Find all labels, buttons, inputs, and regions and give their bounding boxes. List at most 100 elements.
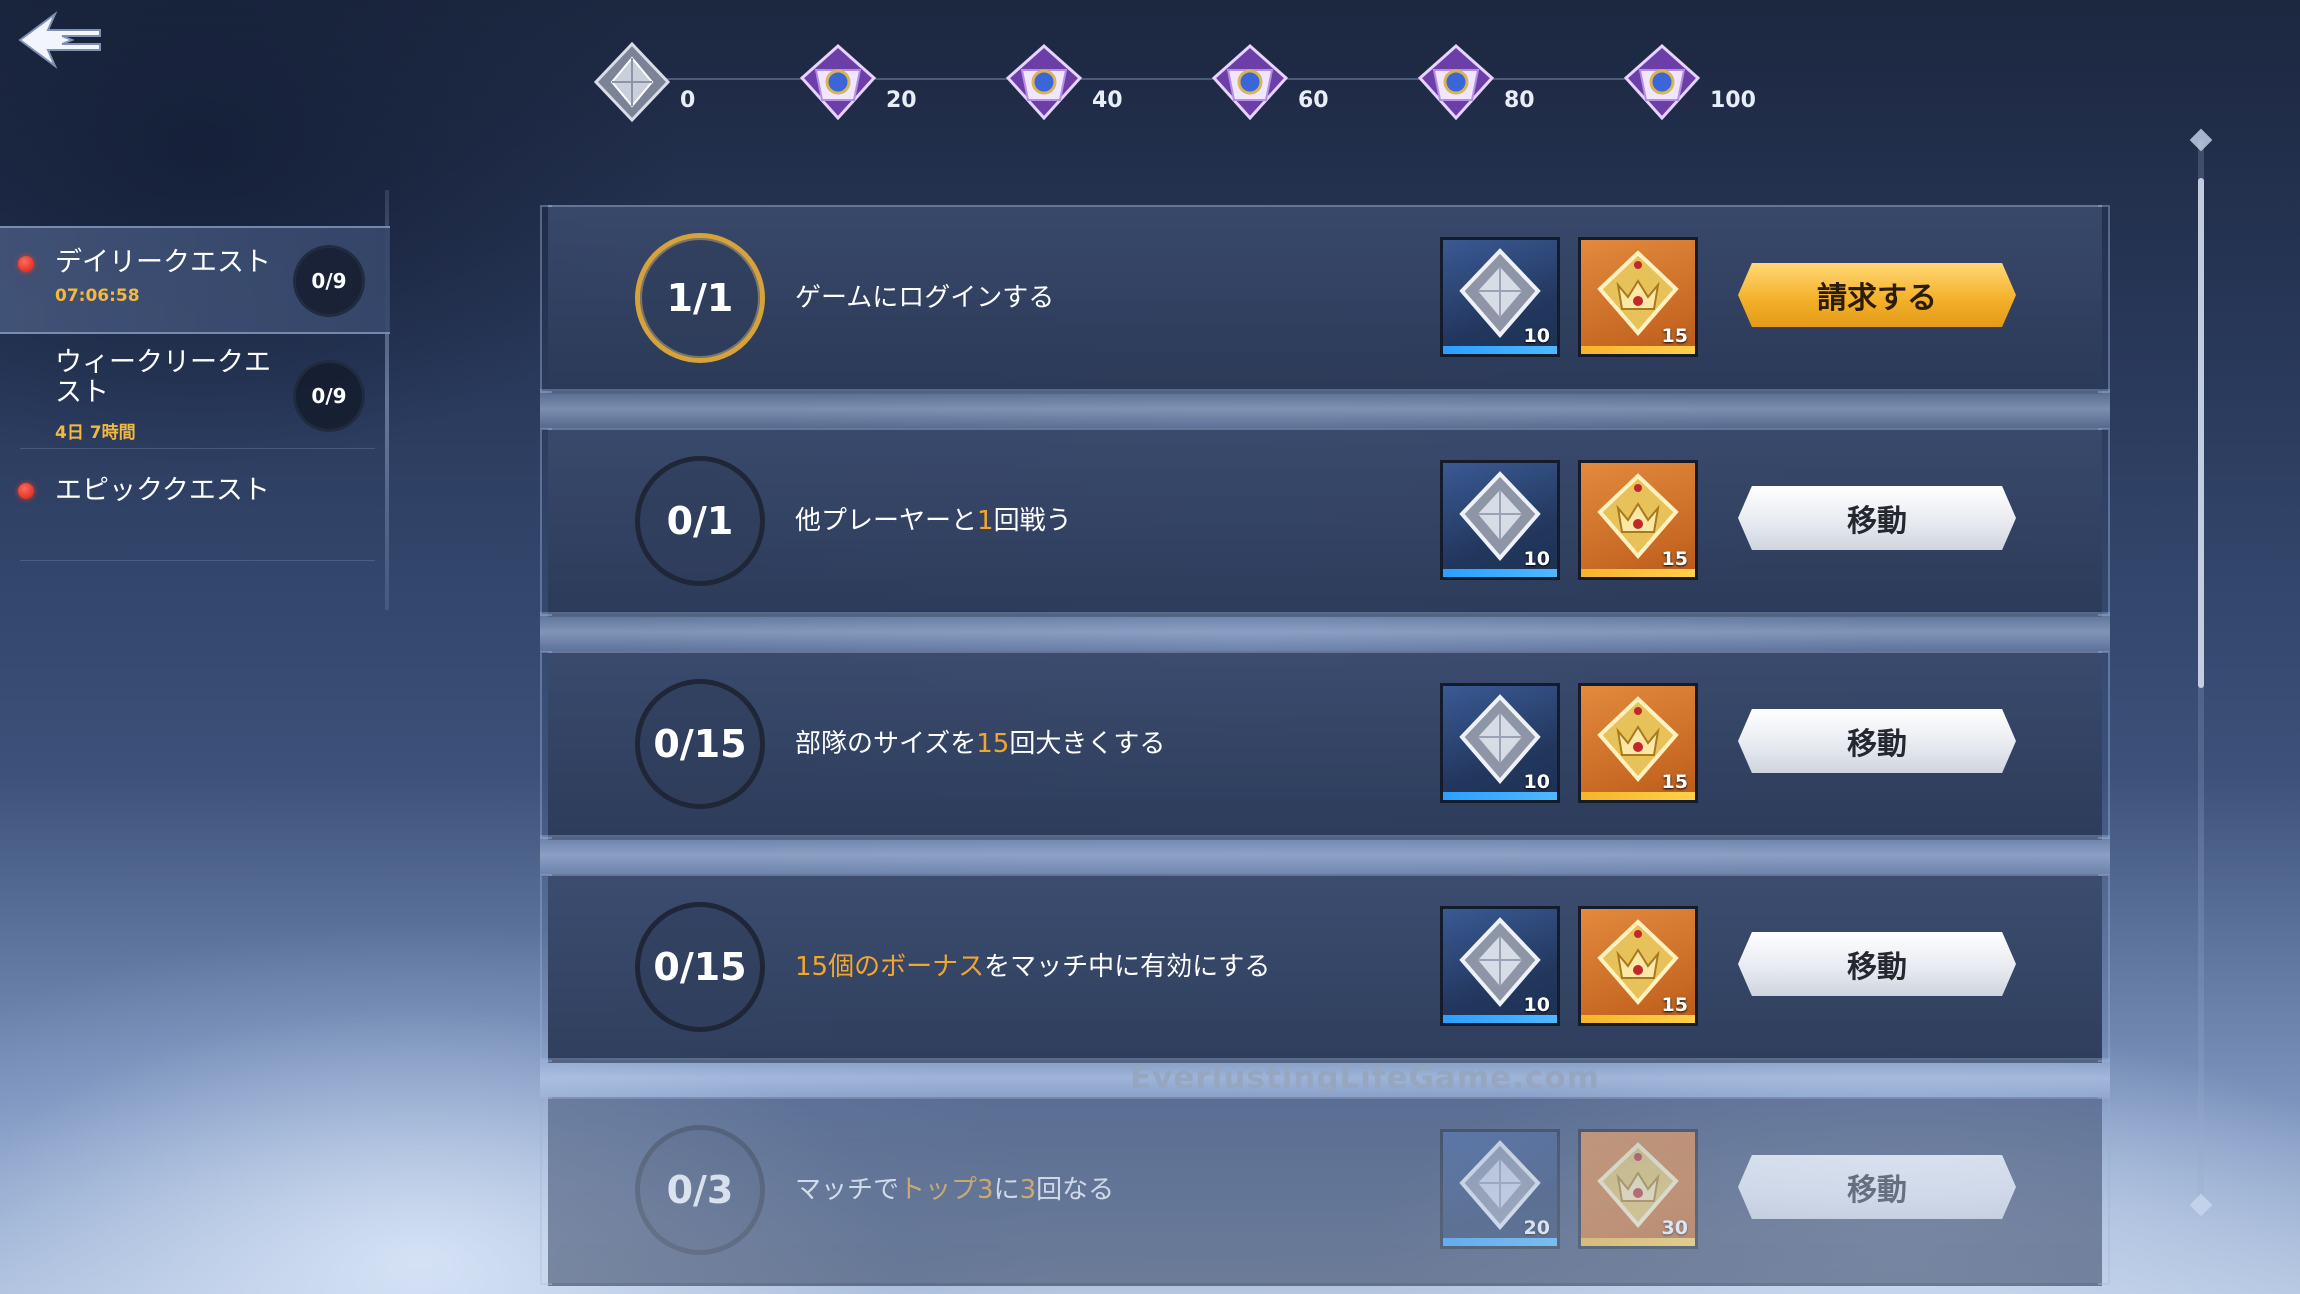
panel-edge [2098, 874, 2110, 1062]
sidebar-item-count: 0/9 [293, 245, 365, 317]
milestone-80[interactable]: 80 [1414, 40, 1594, 130]
sidebar-item-label: エピッククエスト [55, 475, 270, 506]
sidebar-item-weekly-quest[interactable]: ウィークリークエスト 4日 7時間 0/9 [0, 338, 390, 450]
reward-quantity: 10 [1523, 994, 1550, 1016]
quest-progress-counter: 0/1 [635, 456, 765, 586]
alert-dot-icon [18, 483, 34, 499]
milestone-100[interactable]: 100 [1620, 40, 1800, 130]
quest-text-segment: 回戦う [993, 506, 1072, 536]
sidebar-item-daily-quest[interactable]: デイリークエスト 07:06:58 0/9 [0, 226, 390, 334]
quest-list-scrollbar[interactable] [2189, 128, 2213, 1217]
scrollbar-cap-top [2189, 128, 2213, 152]
purple-chest-icon [1623, 43, 1701, 121]
quest-text-segment: 回大きくする [1009, 729, 1166, 759]
reward-quantity: 10 [1523, 548, 1550, 570]
back-button[interactable] [0, 0, 120, 90]
milestone-label: 80 [1504, 88, 1535, 113]
quest-description: ゲームにログインする [795, 277, 1054, 314]
move-button[interactable]: 移動 [1738, 1155, 2016, 1219]
quest-description: 15個のボーナスをマッチ中に有効にする [795, 946, 1270, 983]
quest-description: マッチでトップ3に3回なる [795, 1169, 1114, 1206]
quest-text-segment: をマッチ中に有効にする [984, 952, 1271, 982]
quest-row: 0/1 他プレーヤーと1回戦う 10 15 移動 [540, 428, 2110, 617]
quest-text-highlight: 3 [1019, 1175, 1037, 1205]
quest-text-highlight: 15個のボーナス [795, 952, 985, 982]
reward-silver-crystal[interactable]: 20 [1440, 1129, 1560, 1249]
reward-progress-track: 0 20 40 60 80 100 [590, 40, 1756, 130]
panel-edge [540, 428, 552, 616]
reward-quantity: 15 [1661, 994, 1688, 1016]
quest-text-highlight: 15 [976, 729, 1010, 759]
quest-progress-counter: 1/1 [635, 233, 765, 363]
quest-row: 0/15 15個のボーナスをマッチ中に有効にする 10 15 移動 [540, 874, 2110, 1063]
row-connector [540, 835, 2110, 875]
quest-text-segment: 回なる [1036, 1175, 1115, 1205]
sidebar-divider [20, 560, 375, 561]
panel-edge [540, 1097, 552, 1285]
panel-edge [2098, 1097, 2110, 1285]
sidebar-item-timer: 4日 7時間 [55, 423, 136, 443]
reward-silver-crystal[interactable]: 10 [1440, 237, 1560, 357]
purple-chest-icon [1417, 43, 1495, 121]
quest-text-segment: に [993, 1175, 1020, 1205]
panel-edge [2098, 428, 2110, 616]
quest-text-segment: 部隊のサイズを [795, 729, 977, 759]
milestone-label: 0 [680, 88, 696, 113]
reward-gold-emblem[interactable]: 15 [1578, 906, 1698, 1026]
quest-category-sidebar: デイリークエスト 07:06:58 0/9 ウィークリークエスト 4日 7時間 … [0, 180, 400, 640]
sidebar-divider [20, 448, 375, 449]
milestone-0[interactable]: 0 [590, 40, 770, 130]
quest-text-segment: ゲームにログインする [795, 283, 1055, 313]
purple-chest-icon [799, 43, 877, 121]
sidebar-item-count: 0/9 [293, 360, 365, 432]
scrollbar-thumb[interactable] [2198, 178, 2204, 688]
claim-button[interactable]: 請求する [1738, 263, 2016, 327]
panel-edge [540, 651, 552, 839]
reward-quantity: 20 [1523, 1217, 1550, 1239]
reward-quantity: 10 [1523, 325, 1550, 347]
quest-description: 他プレーヤーと1回戦う [795, 500, 1072, 537]
quest-progress-counter: 0/3 [635, 1125, 765, 1255]
reward-gold-emblem[interactable]: 15 [1578, 683, 1698, 803]
move-button[interactable]: 移動 [1738, 709, 2016, 773]
sidebar-item-epic-quest[interactable]: エピッククエスト [0, 470, 390, 550]
reward-gold-emblem[interactable]: 15 [1578, 460, 1698, 580]
milestone-label: 20 [886, 88, 917, 113]
milestone-label: 60 [1298, 88, 1329, 113]
move-button[interactable]: 移動 [1738, 932, 2016, 996]
reward-quantity: 15 [1661, 771, 1688, 793]
purple-chest-icon [1005, 43, 1083, 121]
panel-edge [540, 205, 552, 393]
quest-text-highlight: トップ3 [899, 1175, 994, 1205]
milestone-20[interactable]: 20 [796, 40, 976, 130]
row-connector [540, 612, 2110, 652]
reward-gold-emblem[interactable]: 15 [1578, 237, 1698, 357]
milestone-60[interactable]: 60 [1208, 40, 1388, 130]
panel-edge [540, 874, 552, 1062]
sidebar-item-timer: 07:06:58 [55, 286, 140, 306]
reward-silver-crystal[interactable]: 10 [1440, 683, 1560, 803]
reward-quantity: 15 [1661, 548, 1688, 570]
quest-text-segment: 他プレーヤーと [795, 506, 978, 536]
panel-edge [2098, 651, 2110, 839]
reward-quantity: 30 [1661, 1217, 1688, 1239]
move-button[interactable]: 移動 [1738, 486, 2016, 550]
reward-silver-crystal[interactable]: 10 [1440, 460, 1560, 580]
quest-progress-counter: 0/15 [635, 902, 765, 1032]
reward-gold-emblem[interactable]: 30 [1578, 1129, 1698, 1249]
reward-quantity: 10 [1523, 771, 1550, 793]
quest-progress-counter: 0/15 [635, 679, 765, 809]
milestone-40[interactable]: 40 [1002, 40, 1182, 130]
sidebar-item-label: デイリークエスト [55, 247, 271, 278]
milestone-label: 40 [1092, 88, 1123, 113]
reward-silver-crystal[interactable]: 10 [1440, 906, 1560, 1026]
milestone-label: 100 [1710, 88, 1756, 113]
silver-crystal-icon [593, 41, 671, 123]
quest-row: 0/3 マッチでトップ3に3回なる 20 30 移動 [540, 1097, 2110, 1286]
scrollbar-cap-bottom [2189, 1193, 2213, 1217]
quest-text-highlight: 1 [977, 506, 994, 536]
sidebar-item-label: ウィークリークエスト [55, 347, 271, 408]
panel-edge [2098, 205, 2110, 393]
quest-description: 部隊のサイズを15回大きくする [795, 723, 1165, 760]
quest-row: 1/1 ゲームにログインする 10 15 請求する [540, 205, 2110, 394]
